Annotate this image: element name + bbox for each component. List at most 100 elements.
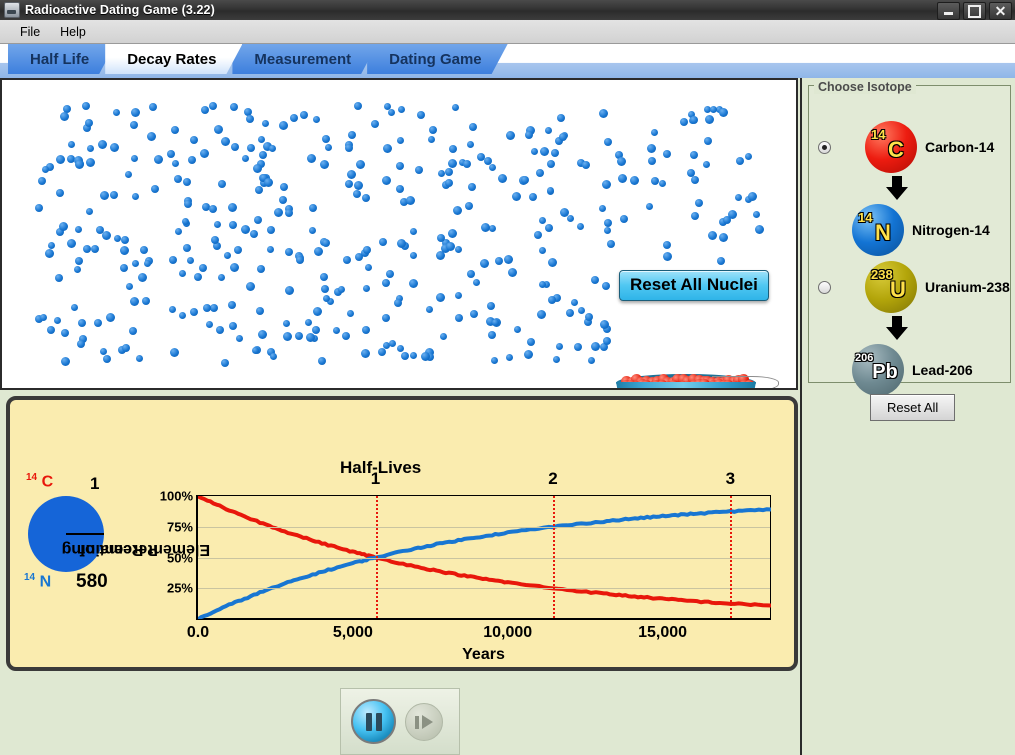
- nitrogen-14-nucleus[interactable]: [229, 102, 238, 111]
- nitrogen-14-nucleus[interactable]: [469, 310, 478, 319]
- nitrogen-14-nucleus[interactable]: [46, 325, 55, 334]
- nitrogen-14-nucleus[interactable]: [395, 161, 404, 170]
- nitrogen-14-nucleus[interactable]: [309, 226, 317, 234]
- nitrogen-14-nucleus[interactable]: [679, 117, 688, 126]
- nitrogen-14-nucleus[interactable]: [409, 227, 417, 235]
- nitrogen-14-nucleus[interactable]: [200, 106, 209, 115]
- nitrogen-14-nucleus[interactable]: [717, 257, 726, 265]
- nitrogen-14-nucleus[interactable]: [129, 121, 138, 130]
- nitrogen-14-nucleus[interactable]: [114, 234, 122, 242]
- nitrogen-14-nucleus[interactable]: [220, 136, 230, 146]
- nitrogen-14-nucleus[interactable]: [208, 204, 217, 213]
- nitrogen-14-nucleus[interactable]: [567, 214, 575, 222]
- nitrogen-14-nucleus[interactable]: [246, 282, 256, 292]
- nitrogen-14-nucleus[interactable]: [279, 121, 289, 130]
- nitrogen-14-nucleus[interactable]: [344, 143, 353, 152]
- nitrogen-14-nucleus[interactable]: [663, 241, 671, 249]
- nitrogen-14-nucleus[interactable]: [54, 317, 62, 325]
- nitrogen-14-nucleus[interactable]: [58, 222, 68, 232]
- nitrogen-14-nucleus[interactable]: [559, 132, 568, 141]
- nitrogen-14-nucleus[interactable]: [512, 192, 522, 202]
- reset-all-nuclei-button[interactable]: Reset All Nuclei: [619, 270, 769, 301]
- nitrogen-14-nucleus[interactable]: [289, 113, 298, 122]
- reset-all-button[interactable]: Reset All: [870, 394, 956, 421]
- nitrogen-14-nucleus[interactable]: [217, 179, 226, 188]
- nitrogen-14-nucleus[interactable]: [505, 131, 515, 140]
- nitrogen-14-nucleus[interactable]: [401, 351, 410, 360]
- nitrogen-14-nucleus[interactable]: [690, 212, 699, 221]
- nitrogen-14-nucleus[interactable]: [168, 305, 176, 313]
- nitrogen-14-nucleus[interactable]: [415, 165, 424, 174]
- nitrogen-14-nucleus[interactable]: [74, 159, 84, 169]
- nitrogen-14-nucleus[interactable]: [308, 204, 317, 213]
- nitrogen-14-nucleus[interactable]: [188, 156, 197, 165]
- nitrogen-14-nucleus[interactable]: [182, 244, 191, 253]
- close-button[interactable]: ✕: [989, 2, 1012, 20]
- nitrogen-14-nucleus[interactable]: [102, 231, 112, 241]
- nitrogen-14-nucleus[interactable]: [86, 157, 95, 167]
- nitrogen-14-nucleus[interactable]: [321, 239, 330, 248]
- nitrogen-14-nucleus[interactable]: [719, 232, 729, 242]
- nitrogen-14-nucleus[interactable]: [119, 264, 128, 273]
- nitrogen-14-nucleus[interactable]: [488, 330, 496, 339]
- nitrogen-14-nucleus[interactable]: [538, 281, 546, 288]
- nitrogen-14-nucleus[interactable]: [722, 215, 731, 224]
- nitrogen-14-nucleus[interactable]: [98, 139, 108, 149]
- nitrogen-14-nucleus[interactable]: [230, 143, 239, 152]
- nitrogen-14-nucleus[interactable]: [110, 191, 118, 200]
- nitrogen-14-nucleus[interactable]: [448, 158, 458, 168]
- nitrogen-14-nucleus[interactable]: [481, 223, 491, 233]
- nitrogen-14-nucleus[interactable]: [557, 114, 565, 123]
- nitrogen-14-nucleus[interactable]: [534, 231, 543, 240]
- nitrogen-14-nucleus[interactable]: [744, 153, 752, 161]
- nitrogen-14-nucleus[interactable]: [396, 136, 404, 144]
- nitrogen-14-nucleus[interactable]: [587, 357, 595, 365]
- nitrogen-14-nucleus[interactable]: [354, 253, 363, 262]
- nitrogen-14-nucleus[interactable]: [74, 265, 81, 273]
- nitrogen-14-nucleus[interactable]: [539, 146, 549, 156]
- nitrogen-14-nucleus[interactable]: [618, 174, 628, 183]
- nitrogen-14-nucleus[interactable]: [320, 160, 329, 170]
- nitrogen-14-nucleus[interactable]: [347, 310, 354, 318]
- nitrogen-14-nucleus[interactable]: [341, 332, 350, 341]
- nitrogen-14-nucleus[interactable]: [252, 164, 262, 173]
- nitrogen-14-nucleus[interactable]: [559, 208, 569, 218]
- nitrogen-14-nucleus[interactable]: [235, 335, 243, 342]
- nitrogen-14-nucleus[interactable]: [524, 350, 534, 359]
- nitrogen-14-nucleus[interactable]: [691, 175, 700, 184]
- nitrogen-14-nucleus[interactable]: [454, 291, 462, 299]
- nitrogen-14-nucleus[interactable]: [223, 251, 231, 259]
- nitrogen-14-nucleus[interactable]: [193, 272, 202, 281]
- carbon-14-bucket[interactable]: [616, 372, 779, 388]
- nitrogen-14-nucleus[interactable]: [463, 160, 472, 169]
- nitrogen-14-nucleus[interactable]: [230, 263, 240, 273]
- nitrogen-14-nucleus[interactable]: [320, 272, 329, 281]
- nitrogen-14-nucleus[interactable]: [565, 308, 574, 317]
- nitrogen-14-nucleus[interactable]: [78, 318, 87, 327]
- nitrogen-14-nucleus[interactable]: [255, 307, 264, 316]
- nitrogen-14-nucleus[interactable]: [342, 255, 351, 264]
- nitrogen-14-nucleus[interactable]: [520, 175, 529, 184]
- nitrogen-14-nucleus[interactable]: [388, 340, 396, 348]
- nitrogen-14-nucleus[interactable]: [241, 155, 249, 163]
- nitrogen-14-nucleus[interactable]: [705, 114, 715, 124]
- nitrogen-14-nucleus[interactable]: [394, 299, 402, 308]
- minimize-button[interactable]: [937, 2, 960, 20]
- nitrogen-14-nucleus[interactable]: [695, 198, 703, 207]
- nitrogen-14-nucleus[interactable]: [246, 115, 254, 124]
- tab-decay-rates[interactable]: Decay Rates: [105, 44, 242, 74]
- nitrogen-14-nucleus[interactable]: [550, 149, 559, 158]
- nitrogen-14-nucleus[interactable]: [102, 355, 111, 364]
- nitrogen-14-nucleus[interactable]: [120, 245, 130, 255]
- nitrogen-14-nucleus[interactable]: [60, 356, 70, 366]
- nitrogen-14-nucleus[interactable]: [136, 354, 143, 362]
- radio-uranium-238[interactable]: [818, 280, 831, 294]
- nitrogen-14-nucleus[interactable]: [295, 255, 304, 264]
- menu-item-help[interactable]: Help: [50, 23, 96, 41]
- nitrogen-14-nucleus[interactable]: [409, 278, 419, 288]
- nitrogen-14-nucleus[interactable]: [599, 320, 609, 330]
- menu-item-file[interactable]: File: [10, 23, 50, 41]
- nitrogen-14-nucleus[interactable]: [381, 176, 391, 185]
- nitrogen-14-nucleus[interactable]: [320, 284, 329, 293]
- nitrogen-14-nucleus[interactable]: [552, 355, 560, 363]
